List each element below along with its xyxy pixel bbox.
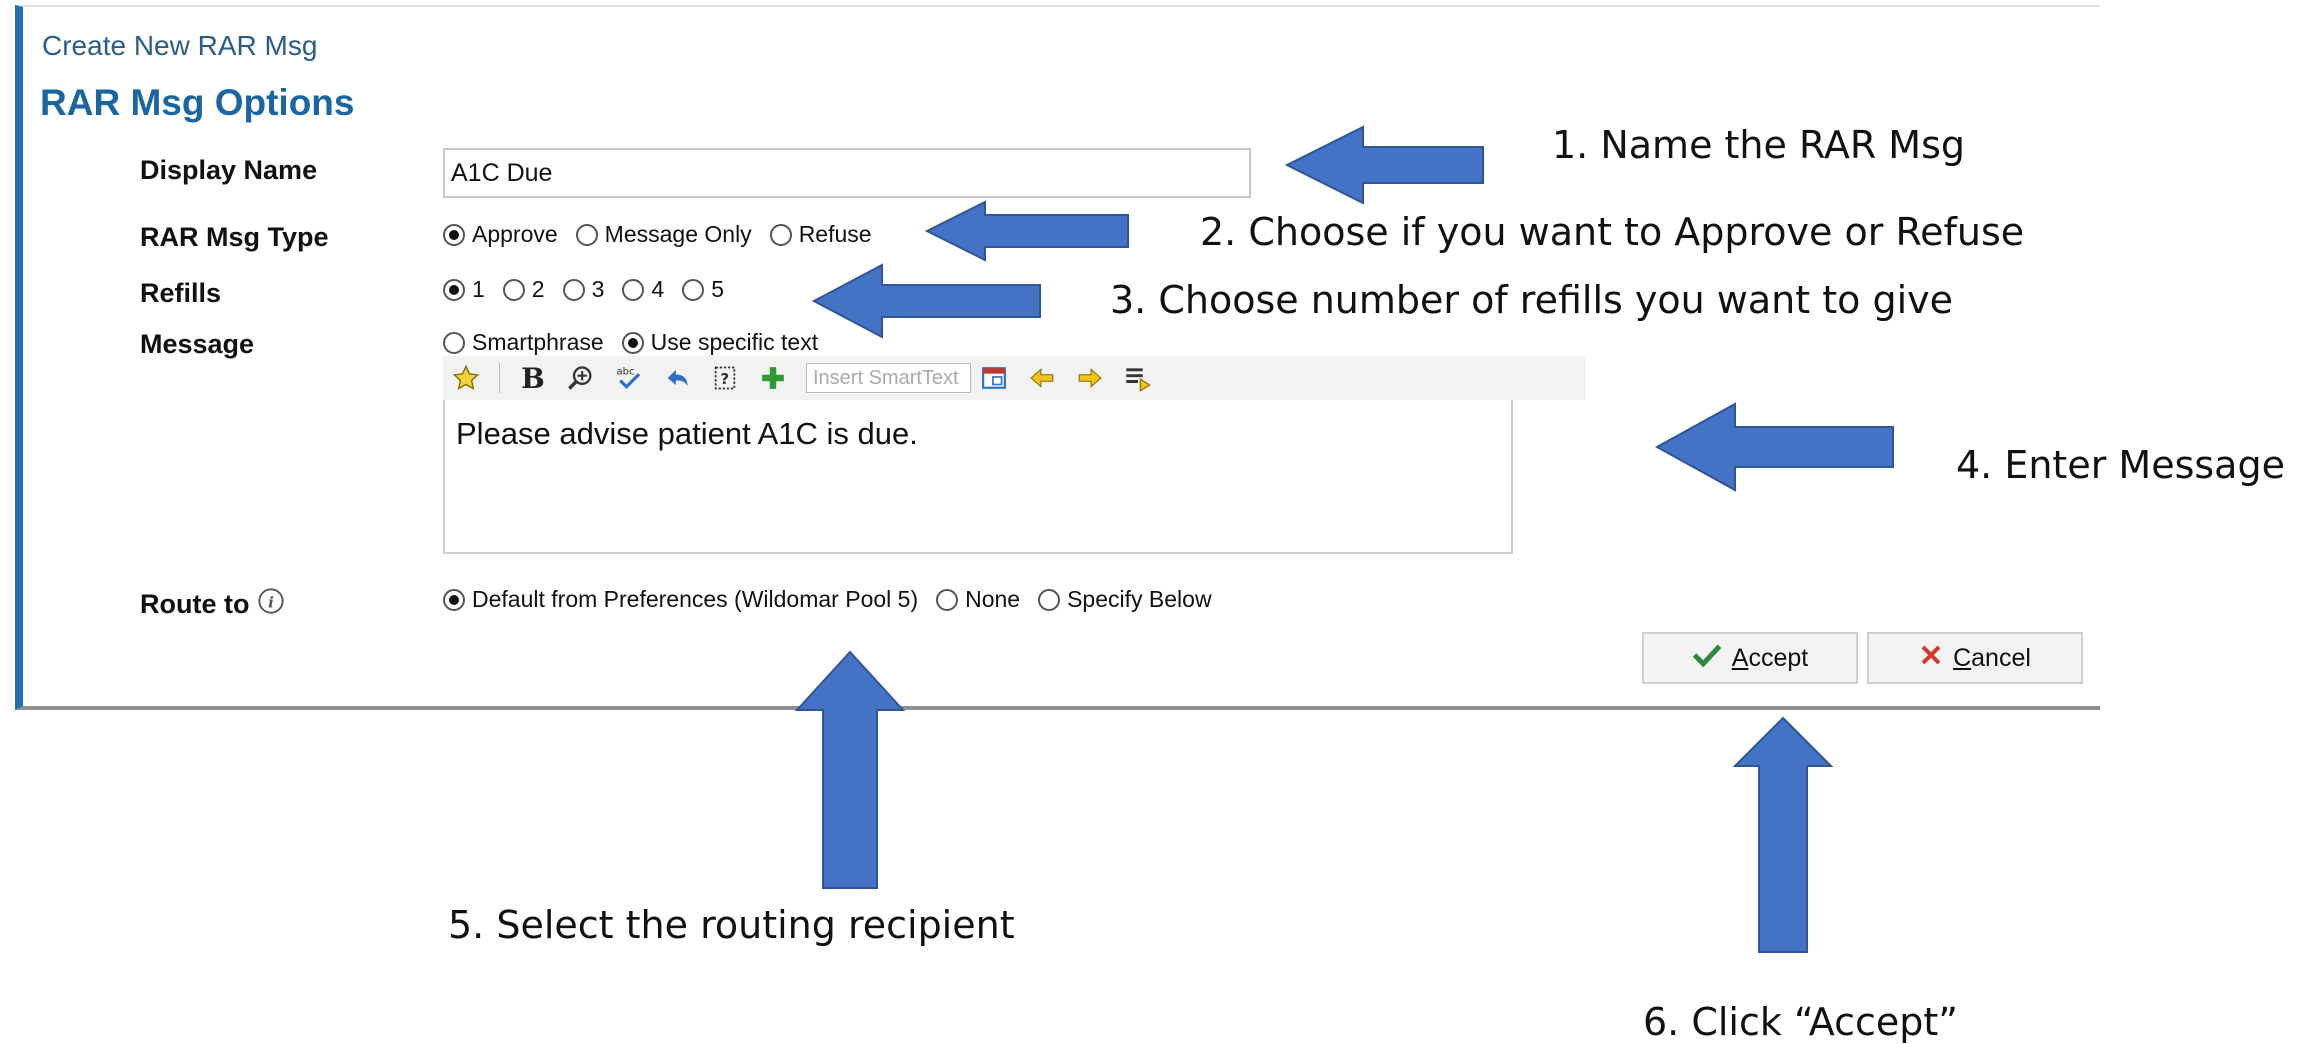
bold-icon[interactable]: B [518, 362, 548, 395]
checkmark-icon [1692, 642, 1722, 675]
arrow-left-callout-2 [925, 200, 1129, 262]
accept-button[interactable]: Accept [1642, 632, 1858, 684]
route-option-none[interactable]: None [936, 586, 1020, 613]
radio[interactable] [562, 278, 585, 301]
msg-type-option-approve[interactable]: Approve [443, 221, 558, 248]
panel-top-gap [1585, 0, 2105, 5]
breadcrumb: Create New RAR Msg [42, 30, 318, 61]
annotation-step-2: 2. Choose if you want to Approve or Refu… [1200, 210, 2025, 254]
route-label: Route to [140, 589, 250, 619]
insert-list-icon[interactable] [1123, 363, 1153, 393]
arrow-right-icon[interactable] [1075, 363, 1105, 393]
route-radio-group: Default from Preferences (Wildomar Pool … [443, 586, 1224, 613]
msg-type-label: RAR Msg Type [140, 222, 329, 252]
message-label: Message [140, 329, 255, 359]
message-editor-toolbar: B abc ? Insert SmartText [443, 356, 1586, 400]
route-option-specify-below[interactable]: Specify Below [1038, 586, 1212, 613]
accept-label: Accept [1731, 643, 1809, 672]
arrow-left-callout-4 [1655, 402, 1894, 492]
svg-text:abc: abc [617, 366, 635, 377]
radio[interactable] [936, 588, 959, 611]
message-option-smartphrase[interactable]: Smartphrase [443, 329, 604, 356]
refill-option-1[interactable]: 1 [443, 276, 485, 303]
radio[interactable] [622, 278, 645, 301]
info-icon[interactable]: i [257, 587, 285, 622]
radio[interactable] [443, 331, 465, 354]
annotation-step-4: 4. Enter Message [1956, 443, 2285, 487]
refill-option-2[interactable]: 2 [502, 276, 545, 303]
refills-radio-group: 1 2 3 4 5 [443, 276, 736, 303]
radio-selected[interactable] [443, 278, 465, 301]
msg-type-option-message-only[interactable]: Message Only [575, 221, 752, 248]
msg-type-option-refuse[interactable]: Refuse [769, 221, 872, 248]
undo-icon[interactable] [662, 363, 692, 393]
smarttext-picker-icon[interactable] [979, 363, 1009, 393]
refills-label: Refills [140, 278, 222, 308]
message-source-radio-group: Smartphrase Use specific text [443, 329, 830, 356]
refill-option-3[interactable]: 3 [562, 276, 604, 303]
arrow-left-callout-1 [1285, 125, 1484, 205]
toolbar-separator [499, 363, 500, 393]
zoom-icon[interactable] [566, 363, 596, 393]
route-label-row: Route to i [140, 587, 285, 622]
help-icon[interactable]: ? [710, 363, 740, 393]
add-icon[interactable] [758, 363, 788, 393]
arrow-left-callout-3 [812, 263, 1041, 339]
radio[interactable] [575, 223, 598, 246]
display-name-input[interactable] [443, 148, 1251, 198]
annotation-step-5: 5. Select the routing recipient [448, 903, 1015, 947]
cancel-label-rest: ancel [1971, 643, 2031, 672]
arrow-left-icon[interactable] [1027, 363, 1057, 393]
annotation-step-3: 3. Choose number of refills you want to … [1110, 278, 1953, 322]
annotation-step-1: 1. Name the RAR Msg [1552, 123, 1966, 167]
msg-type-radio-group: Approve Message Only Refuse [443, 221, 884, 248]
radio[interactable] [682, 278, 705, 301]
radio-selected[interactable] [443, 588, 465, 611]
star-icon[interactable] [451, 363, 481, 393]
svg-text:i: i [269, 593, 275, 611]
insert-smarttext-input[interactable]: Insert SmartText [806, 363, 971, 393]
route-option-default[interactable]: Default from Preferences (Wildomar Pool … [443, 586, 918, 613]
display-name-label: Display Name [140, 155, 318, 185]
radio[interactable] [769, 223, 792, 246]
arrow-up-callout-5 [795, 650, 905, 889]
spellcheck-icon[interactable]: abc [614, 363, 644, 393]
radio-selected[interactable] [621, 331, 644, 354]
section-title: RAR Msg Options [40, 82, 355, 123]
arrow-up-callout-6 [1733, 716, 1833, 953]
svg-text:?: ? [720, 370, 729, 388]
cancel-label: Cancel [1953, 643, 2031, 672]
radio[interactable] [502, 278, 525, 301]
accept-label-rest: ccept [1748, 643, 1809, 672]
message-text[interactable]: Please advise patient A1C is due. [456, 416, 918, 452]
refill-option-4[interactable]: 4 [622, 276, 664, 303]
radio[interactable] [1038, 588, 1061, 611]
annotation-step-6: 6. Click “Accept” [1643, 1000, 1958, 1044]
refill-option-5[interactable]: 5 [682, 276, 724, 303]
message-option-specific-text[interactable]: Use specific text [621, 329, 818, 356]
cancel-button[interactable]: Cancel [1867, 632, 2083, 684]
close-icon [1919, 643, 1943, 674]
radio-selected[interactable] [443, 223, 465, 246]
